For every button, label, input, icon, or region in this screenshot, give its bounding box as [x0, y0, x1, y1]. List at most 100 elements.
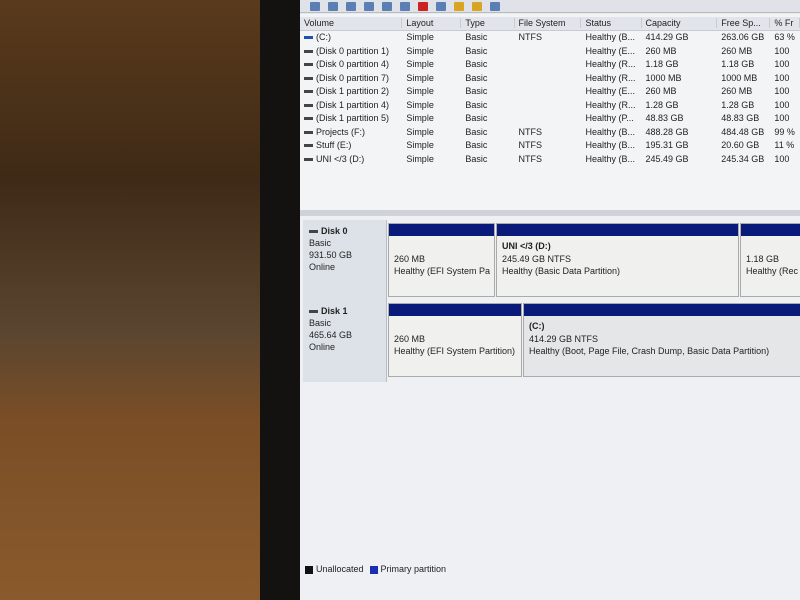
- table-row[interactable]: (Disk 0 partition 7) Simple Basic Healthy (…: [300, 71, 800, 85]
- table-cell: Healthy (R...: [581, 73, 641, 83]
- table-cell: Healthy (B...: [581, 32, 641, 42]
- column-header[interactable]: % Fr: [770, 18, 800, 29]
- table-cell: 245.49 GB: [642, 154, 718, 164]
- volume-icon: [304, 36, 313, 40]
- column-header[interactable]: Capacity: [642, 18, 718, 29]
- column-header[interactable]: Free Sp...: [717, 18, 771, 29]
- column-header[interactable]: Status: [581, 18, 642, 29]
- check-icon[interactable]: [436, 1, 446, 11]
- table-cell: Simple: [402, 140, 461, 150]
- primary-swatch: [369, 565, 378, 574]
- cell-text: 20.60 GB: [721, 140, 760, 151]
- legend-primary: Primary partition: [380, 564, 447, 574]
- cell-text: Stuff (E:): [316, 140, 352, 151]
- table-cell: Stuff (E:): [300, 140, 402, 150]
- disk-icon: [309, 230, 318, 234]
- cell-text: Basic: [465, 126, 488, 137]
- cell-text: 11 %: [774, 140, 795, 151]
- cell-text: Basic: [465, 59, 488, 70]
- cell-text: 260 MB: [721, 86, 753, 97]
- table-cell: Simple: [402, 73, 461, 83]
- console-tree-icon[interactable]: [346, 1, 356, 11]
- disk-size: 465.64 GB: [309, 330, 353, 340]
- table-cell: Simple: [402, 154, 461, 164]
- cell-text: 1.18 GB: [645, 59, 679, 70]
- cell-text: 260 MB: [721, 45, 753, 56]
- table-row[interactable]: Projects (F:) Simple Basic NTFS Healthy (B..…: [300, 125, 800, 139]
- table-cell: 100: [770, 73, 800, 83]
- table-cell: Simple: [402, 127, 461, 137]
- cell-text: (Disk 1 partition 5): [316, 113, 390, 124]
- toolbar: [300, 0, 800, 13]
- connect-icon[interactable]: [400, 1, 410, 11]
- table-cell: NTFS: [515, 127, 582, 137]
- cell-text: 1000 MB: [721, 72, 758, 83]
- table-row[interactable]: (C:) Simple Basic NTFS Healthy (B... 414.29 G…: [300, 31, 800, 45]
- partition-efi[interactable]: 260 MB Healthy (EFI System Partition): [388, 303, 522, 377]
- cell-text: Simple: [406, 32, 434, 43]
- back-icon[interactable]: [310, 1, 320, 11]
- disk-name: Disk 0: [321, 226, 348, 236]
- table-row[interactable]: Stuff (E:) Simple Basic NTFS Healthy (B... 19…: [300, 139, 800, 153]
- partition-recovery[interactable]: 1.18 GB Healthy (Rec: [740, 223, 800, 297]
- cell-text: (C:): [316, 32, 331, 43]
- partition-uni-d[interactable]: UNI </3 (D:) 245.49 GB NTFS Healthy (Basic…: [496, 223, 739, 297]
- folder-icon[interactable]: [454, 1, 464, 11]
- table-row[interactable]: (Disk 1 partition 4) Simple Basic Healthy (…: [300, 98, 800, 112]
- disk-1-label[interactable]: Disk 1 Basic 465.64 GB Online: [303, 300, 387, 382]
- cell-text: 48.83 GB: [645, 113, 684, 124]
- forward-icon[interactable]: [328, 1, 338, 11]
- table-cell: Simple: [402, 32, 461, 42]
- table-cell: (Disk 1 partition 5): [300, 113, 402, 123]
- view-icon[interactable]: [490, 1, 500, 11]
- disk-0-label[interactable]: Disk 0 Basic 931.50 GB Online: [303, 220, 387, 300]
- cell-text: 263.06 GB: [721, 32, 765, 43]
- partition-status: Healthy (Rec: [746, 266, 799, 276]
- table-cell: 245.34 GB: [717, 154, 770, 164]
- table-row[interactable]: (Disk 0 partition 1) Simple Basic Healthy (…: [300, 44, 800, 58]
- cell-text: NTFS: [518, 32, 543, 43]
- help-icon[interactable]: [364, 1, 374, 11]
- cell-text: Healthy (R...: [585, 99, 636, 110]
- column-header[interactable]: Layout: [402, 18, 462, 29]
- partition-status: Healthy (Boot, Page File, Crash Dump, Ba…: [529, 346, 770, 356]
- table-cell: 260 MB: [717, 46, 770, 56]
- table-cell: Simple: [402, 59, 461, 69]
- partition-c[interactable]: (C:) 414.29 GB NTFS Healthy (Boot, Page Fi…: [523, 303, 800, 377]
- table-cell: Basic: [461, 73, 514, 83]
- volume-icon: [304, 130, 313, 134]
- table-cell: 1000 MB: [717, 73, 770, 83]
- table-row[interactable]: UNI </3 (D:) Simple Basic NTFS Healthy (B...…: [300, 152, 800, 166]
- table-cell: Healthy (P...: [581, 113, 641, 123]
- table-cell: NTFS: [515, 140, 582, 150]
- partition-size: 414.29 GB NTFS: [529, 333, 599, 344]
- properties-icon[interactable]: [382, 1, 392, 11]
- table-row[interactable]: (Disk 1 partition 2) Simple Basic Healthy (…: [300, 85, 800, 99]
- table-row[interactable]: (Disk 1 partition 5) Simple Basic Healthy (…: [300, 112, 800, 126]
- partition-efi[interactable]: 260 MB Healthy (EFI System Pa: [388, 223, 495, 297]
- volume-icon: [304, 90, 313, 94]
- cell-text: Simple: [406, 45, 434, 56]
- table-row[interactable]: (Disk 0 partition 4) Simple Basic Healthy (…: [300, 58, 800, 72]
- table-cell: (Disk 0 partition 7): [300, 73, 402, 83]
- cell-text: 414.29 GB: [645, 32, 689, 43]
- delete-icon[interactable]: [418, 1, 428, 11]
- table-cell: 100: [770, 100, 800, 110]
- partition-size: 260 MB: [394, 253, 426, 264]
- table-cell: Basic: [461, 100, 514, 110]
- table-cell: Basic: [461, 86, 514, 96]
- cell-text: (Disk 1 partition 2): [316, 86, 390, 97]
- column-header[interactable]: File System: [515, 18, 582, 29]
- column-header[interactable]: Type: [461, 18, 515, 29]
- volume-icon: [304, 49, 313, 53]
- column-header[interactable]: Volume: [300, 18, 403, 29]
- table-cell: UNI </3 (D:): [300, 154, 402, 164]
- disk-size: 931.50 GB: [309, 250, 353, 260]
- background-photo: [0, 0, 262, 600]
- table-cell: Basic: [461, 127, 514, 137]
- table-cell: Simple: [402, 86, 461, 96]
- open-icon[interactable]: [472, 1, 482, 11]
- partition-title: UNI </3 (D:): [502, 241, 551, 251]
- cell-text: (Disk 0 partition 4): [316, 59, 390, 70]
- disk-type: Basic: [309, 238, 332, 248]
